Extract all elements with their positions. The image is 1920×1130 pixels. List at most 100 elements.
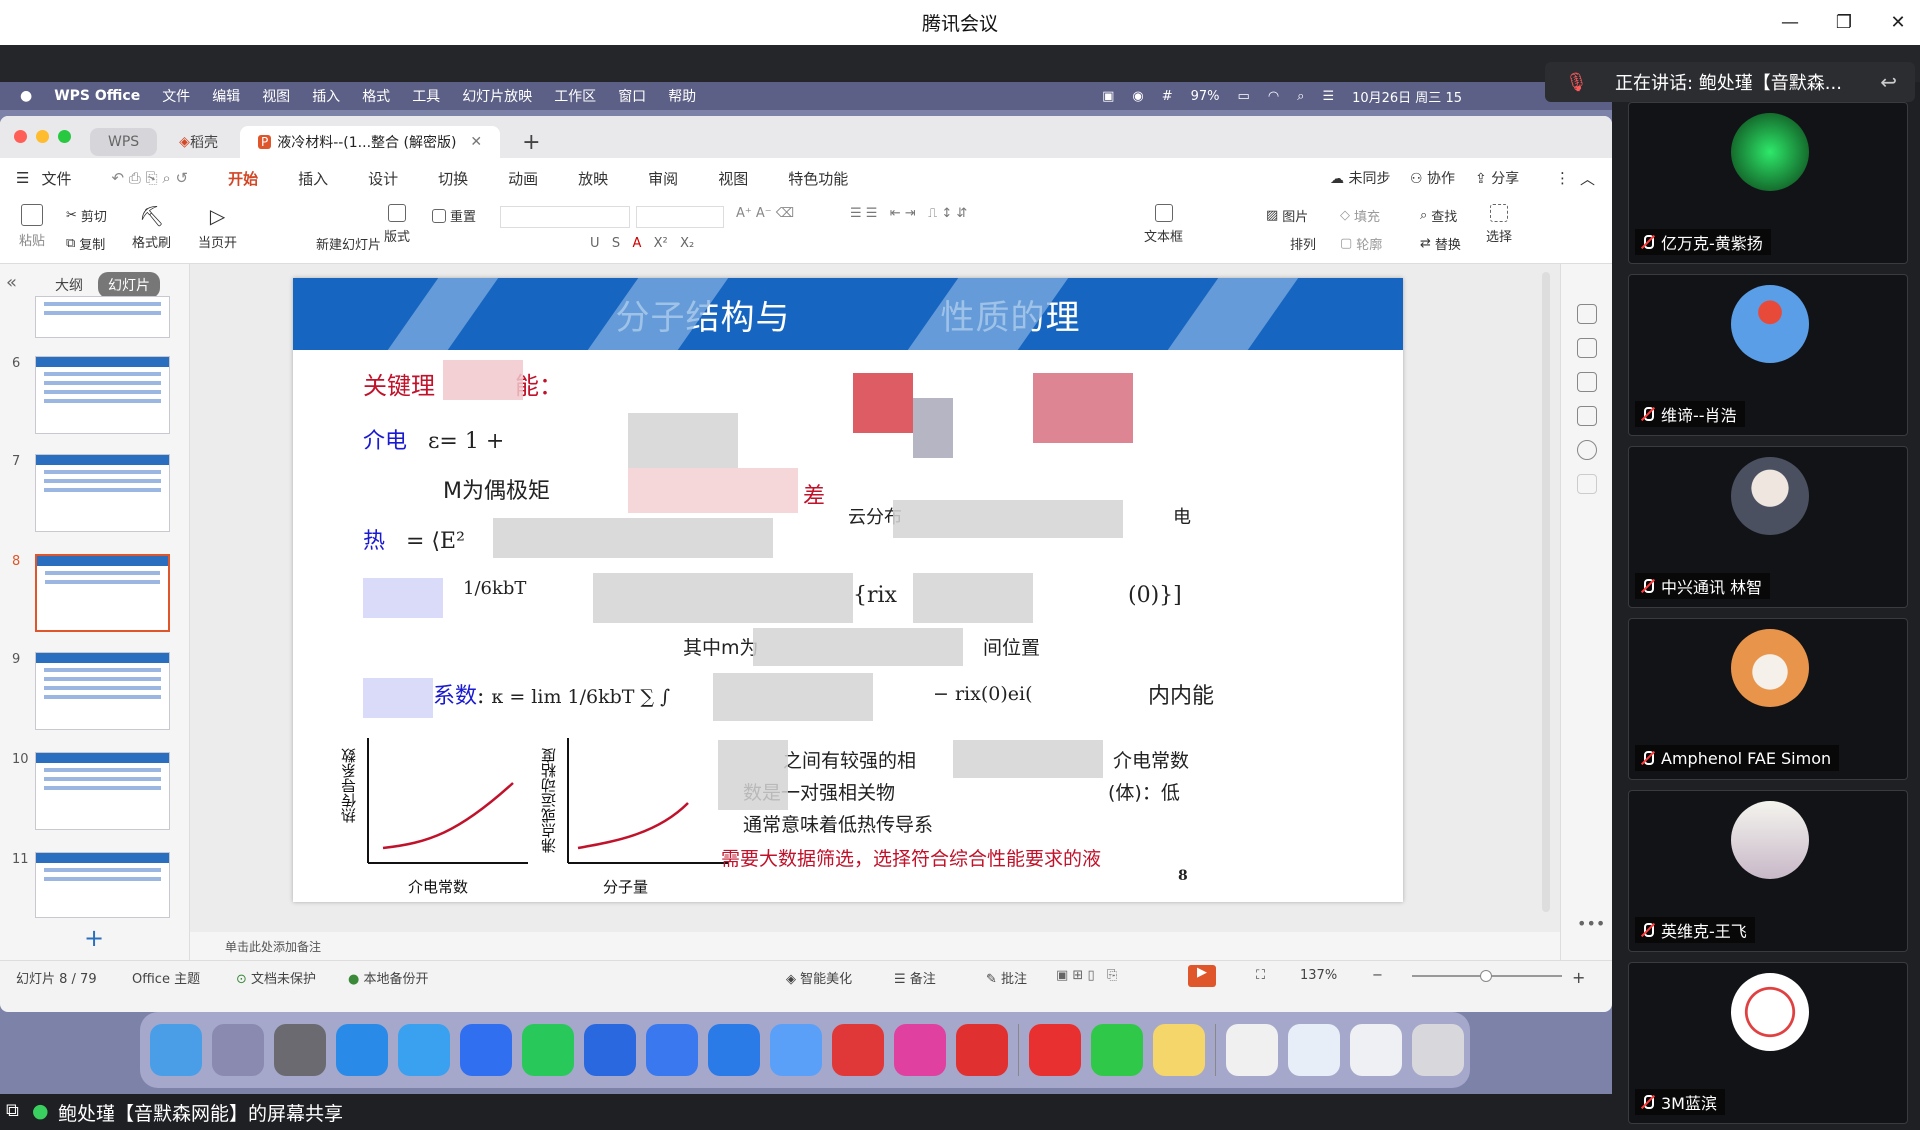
image-tool-icon[interactable] [1577, 406, 1597, 426]
participant-card[interactable]: 英维克-王飞 [1628, 790, 1908, 952]
menu-view[interactable]: 视图 [262, 86, 290, 106]
menu-slideshow[interactable]: 幻灯片放映 [462, 86, 532, 106]
slide-thumbnail[interactable] [35, 852, 170, 918]
fit-icon[interactable]: ⛶ [1256, 968, 1265, 983]
find-button[interactable]: ⌕ 查找 [1420, 206, 1457, 225]
screenshot-icon[interactable] [1288, 1024, 1340, 1076]
wechat-icon[interactable] [522, 1024, 574, 1076]
feishu-icon[interactable] [646, 1024, 698, 1076]
sync-status[interactable]: ☁ 未同步 [1330, 168, 1390, 188]
protect-status[interactable]: ⊙ 文档未保护 [236, 968, 316, 987]
spotlight-icon[interactable]: ⌕ [1297, 89, 1304, 104]
font-style-icons[interactable]: U S A X² X₂ [590, 236, 694, 251]
font-size-select[interactable] [636, 206, 724, 228]
replace-button[interactable]: ⇄ 替换 [1420, 234, 1461, 253]
grid-icon[interactable]: # [1162, 89, 1173, 104]
sliders-icon[interactable] [1577, 304, 1597, 324]
music-app-icon[interactable] [832, 1024, 884, 1076]
hamburger-icon[interactable]: ☰ [16, 169, 29, 187]
menu-tab-features[interactable]: 特色功能 [788, 168, 848, 189]
close-dot-icon[interactable] [14, 130, 27, 143]
menu-tools[interactable]: 工具 [412, 86, 440, 106]
vertical-scrollbar[interactable] [1542, 272, 1550, 912]
font-family-select[interactable] [500, 206, 630, 228]
history-icon[interactable] [1577, 440, 1597, 460]
trash-icon[interactable] [1412, 1024, 1464, 1076]
facetime-icon[interactable] [1091, 1024, 1143, 1076]
apple-icon[interactable]: ● [20, 88, 32, 104]
box-icon[interactable] [1577, 474, 1597, 494]
outline-button[interactable]: ▢ 轮廓 [1340, 234, 1382, 253]
collapse-icon[interactable]: ︿ [1580, 168, 1595, 189]
participant-card[interactable]: 3M蓝滨 [1628, 962, 1908, 1124]
launchpad-icon[interactable] [212, 1024, 264, 1076]
notes-app-icon[interactable] [1153, 1024, 1205, 1076]
muted-mic-icon[interactable]: 🎙 [1565, 72, 1588, 93]
safari-icon[interactable] [398, 1024, 450, 1076]
participant-card[interactable]: 维谛--肖浩 [1628, 274, 1908, 436]
participant-card[interactable]: 亿万克-黄紫扬 [1628, 102, 1908, 264]
slide-thumbnail[interactable] [35, 296, 170, 338]
battery-icon[interactable]: ▭ [1238, 89, 1250, 104]
notes-toggle[interactable]: ☰ 备注 [894, 968, 936, 987]
participant-card[interactable]: 中兴通讯 林智 [1628, 446, 1908, 608]
slide-thumbnail[interactable] [35, 652, 170, 730]
menu-tab-design[interactable]: 设计 [368, 168, 398, 189]
wifi-icon[interactable]: ◠ [1268, 89, 1279, 104]
slides-icon[interactable] [1577, 372, 1597, 392]
copy-button[interactable]: ⧉ 复制 [66, 234, 105, 253]
play-slideshow-icon[interactable]: ▶ [1188, 965, 1216, 987]
textbox-button[interactable]: 文本框 [1144, 204, 1183, 245]
select-button[interactable]: 选择 [1486, 204, 1512, 245]
menu-workspace[interactable]: 工作区 [554, 86, 596, 106]
tab-outline[interactable]: 大纲 [45, 272, 93, 298]
close-icon[interactable]: ✕ [1886, 11, 1910, 35]
menu-insert[interactable]: 插入 [312, 86, 340, 106]
menu-file[interactable]: 文件 [162, 86, 190, 106]
menu-file-tab[interactable]: 文件 [41, 168, 71, 189]
zoom-dot-icon[interactable] [58, 130, 71, 143]
font-grow-icon[interactable]: A⁺ A⁻ ⌫ [736, 206, 794, 221]
paste-button[interactable]: 粘贴 [14, 204, 50, 249]
menu-tab-home[interactable]: 开始 [228, 168, 258, 189]
wps-status-icon[interactable]: ▣ [1102, 89, 1114, 104]
menu-help[interactable]: 帮助 [668, 86, 696, 106]
airdrop-icon[interactable]: ◉ [1132, 89, 1143, 104]
participant-card[interactable]: Amphenol FAE Simon [1628, 618, 1908, 780]
notes-area[interactable]: 单击此处添加备注 [190, 932, 1560, 960]
format-painter-button[interactable]: ⛏ 格式刷 [132, 204, 171, 251]
menu-app-name[interactable]: WPS Office [54, 88, 140, 104]
settings-icon[interactable] [274, 1024, 326, 1076]
lark-icon[interactable] [584, 1024, 636, 1076]
menu-tab-slideshow[interactable]: 放映 [578, 168, 608, 189]
youku-icon[interactable] [894, 1024, 946, 1076]
new-slide-button[interactable]: 新建幻灯片 [316, 234, 381, 253]
document-icon[interactable] [1226, 1024, 1278, 1076]
wps-dock-icon[interactable] [1029, 1024, 1081, 1076]
zoom-level[interactable]: 137% [1300, 968, 1337, 983]
dingtalk-icon[interactable] [708, 1024, 760, 1076]
tab-slides[interactable]: 幻灯片 [98, 272, 160, 298]
appstore-icon[interactable] [336, 1024, 388, 1076]
control-center-icon[interactable]: ☰ [1322, 89, 1334, 104]
menu-format[interactable]: 格式 [362, 86, 390, 106]
undo-icon[interactable]: ↶ ⎙ ⎘ ⌕ ↺ [111, 169, 188, 187]
minimize-icon[interactable]: — [1778, 11, 1802, 35]
menu-tab-insert[interactable]: 插入 [298, 168, 328, 189]
play-from-current-button[interactable]: ▷ 当页开 [198, 204, 237, 251]
tab-wps[interactable]: WPS [90, 128, 158, 156]
minimize-dot-icon[interactable] [36, 130, 49, 143]
slide-thumbnail[interactable] [35, 356, 170, 434]
slide-thumbnail-active[interactable] [35, 554, 170, 632]
zoom-in-icon[interactable]: + [1572, 968, 1585, 987]
zoom-slider-handle[interactable] [1480, 970, 1492, 982]
new-tab-icon[interactable]: + [504, 126, 558, 158]
tab-close-icon[interactable]: ✕ [470, 134, 482, 150]
menu-tab-review[interactable]: 审阅 [648, 168, 678, 189]
picture-button[interactable]: ▨ 图片 [1266, 206, 1308, 225]
list-icons[interactable]: ☰ ☰ ⇤ ⇥ ⎍ ↕ ⇵ [850, 206, 967, 221]
tab-docer[interactable]: ◈ 稻壳 [161, 126, 236, 158]
netease-music-icon[interactable] [956, 1024, 1008, 1076]
reset-button[interactable]: 重置 [432, 206, 476, 225]
menu-tab-animation[interactable]: 动画 [508, 168, 538, 189]
